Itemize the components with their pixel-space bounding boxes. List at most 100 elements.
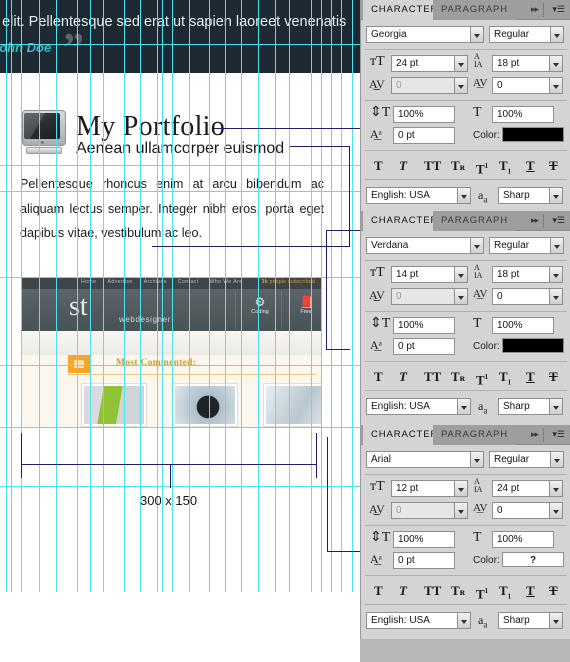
language-input[interactable]: English: USA bbox=[366, 187, 458, 204]
panel-menu-icon[interactable]: ▾☰ bbox=[552, 429, 565, 440]
guide-vertical[interactable] bbox=[6, 0, 7, 592]
faux-italic-button[interactable]: T bbox=[399, 156, 407, 176]
guide-vertical[interactable] bbox=[209, 0, 210, 592]
font-style-dropdown-icon[interactable] bbox=[551, 451, 564, 468]
design-canvas[interactable]: g elit. Pellentesque sed erat ut sapien … bbox=[0, 0, 360, 662]
antialias-input[interactable]: Sharp bbox=[498, 187, 550, 204]
guide-vertical[interactable] bbox=[331, 0, 332, 592]
guide-vertical[interactable] bbox=[90, 0, 91, 592]
font-family-dropdown-icon[interactable] bbox=[471, 237, 484, 254]
strikethrough-button[interactable]: T bbox=[549, 581, 558, 601]
font-style-input[interactable]: Regular bbox=[489, 26, 551, 43]
vertical-scale-input[interactable]: 100% bbox=[393, 106, 455, 123]
baseline-shift-input[interactable]: 0 pt bbox=[393, 338, 455, 355]
strikethrough-button[interactable]: T bbox=[549, 367, 558, 387]
horizontal-scale-input[interactable]: 100% bbox=[492, 317, 554, 334]
guide-horizontal[interactable] bbox=[0, 427, 360, 428]
superscript-button[interactable]: T1 bbox=[476, 367, 488, 390]
subscript-button[interactable]: T1 bbox=[499, 367, 511, 393]
faux-italic-button[interactable]: T bbox=[399, 581, 407, 601]
language-input[interactable]: English: USA bbox=[366, 612, 458, 629]
vertical-scale-input[interactable]: 100% bbox=[393, 317, 455, 334]
guide-horizontal[interactable] bbox=[0, 191, 360, 192]
antialias-input[interactable]: Sharp bbox=[498, 398, 550, 415]
panel-menu-icon[interactable]: ▾☰ bbox=[552, 215, 565, 226]
antialias-dropdown-icon[interactable] bbox=[550, 612, 563, 629]
tracking-dropdown-icon[interactable] bbox=[550, 288, 563, 305]
superscript-button[interactable]: T1 bbox=[476, 156, 488, 179]
guide-vertical[interactable] bbox=[311, 0, 312, 592]
leading-input[interactable]: 18 pt bbox=[492, 266, 550, 283]
font-style-dropdown-icon[interactable] bbox=[551, 26, 564, 43]
leading-dropdown-icon[interactable] bbox=[550, 480, 563, 497]
baseline-shift-input[interactable]: 0 pt bbox=[393, 552, 455, 569]
all-caps-button[interactable]: TT bbox=[424, 367, 441, 387]
font-style-input[interactable]: Regular bbox=[489, 237, 551, 254]
text-color-swatch[interactable] bbox=[502, 127, 564, 142]
all-caps-button[interactable]: TT bbox=[424, 156, 441, 176]
tracking-input[interactable]: 0 bbox=[492, 288, 550, 305]
language-input[interactable]: English: USA bbox=[366, 398, 458, 415]
faux-bold-button[interactable]: T bbox=[374, 581, 383, 601]
baseline-shift-input[interactable]: 0 pt bbox=[393, 127, 455, 144]
underline-button[interactable]: T bbox=[526, 156, 535, 176]
leading-input[interactable]: 18 pt bbox=[492, 55, 550, 72]
guide-vertical[interactable] bbox=[39, 0, 40, 592]
font-size-dropdown-icon[interactable] bbox=[455, 266, 468, 283]
tab-paragraph[interactable]: PARAGRAPH bbox=[433, 211, 517, 231]
font-size-input[interactable]: 12 pt bbox=[391, 480, 455, 497]
guide-horizontal[interactable] bbox=[0, 277, 360, 278]
guide-horizontal[interactable] bbox=[0, 365, 360, 366]
guide-vertical[interactable] bbox=[11, 0, 12, 592]
small-caps-button[interactable]: Tʀ bbox=[451, 156, 465, 178]
font-family-input[interactable]: Arial bbox=[366, 451, 471, 468]
faux-bold-button[interactable]: T bbox=[374, 156, 383, 176]
guide-vertical[interactable] bbox=[21, 0, 22, 592]
underline-button[interactable]: T bbox=[526, 367, 535, 387]
text-color-swatch[interactable] bbox=[502, 338, 564, 353]
guide-vertical[interactable] bbox=[225, 0, 226, 592]
faux-italic-button[interactable]: T bbox=[399, 367, 407, 387]
font-size-dropdown-icon[interactable] bbox=[455, 55, 468, 72]
font-size-input[interactable]: 14 pt bbox=[391, 266, 455, 283]
kerning-dropdown-icon[interactable] bbox=[455, 288, 468, 305]
subscript-button[interactable]: T1 bbox=[499, 156, 511, 182]
antialias-dropdown-icon[interactable] bbox=[550, 187, 563, 204]
font-family-dropdown-icon[interactable] bbox=[471, 26, 484, 43]
guide-vertical[interactable] bbox=[275, 0, 276, 592]
small-caps-button[interactable]: Tʀ bbox=[451, 581, 465, 603]
guide-horizontal[interactable] bbox=[0, 486, 360, 487]
horizontal-scale-input[interactable]: 100% bbox=[492, 531, 554, 548]
language-dropdown-icon[interactable] bbox=[458, 612, 471, 629]
panel-menu-icon[interactable]: ▾☰ bbox=[552, 4, 565, 15]
guide-vertical[interactable] bbox=[258, 0, 259, 592]
guide-vertical[interactable] bbox=[56, 0, 57, 592]
guide-vertical[interactable] bbox=[103, 0, 104, 592]
font-style-input[interactable]: Regular bbox=[489, 451, 551, 468]
tracking-dropdown-icon[interactable] bbox=[550, 502, 563, 519]
guide-vertical[interactable] bbox=[321, 0, 322, 592]
font-family-dropdown-icon[interactable] bbox=[471, 451, 484, 468]
guide-horizontal[interactable] bbox=[0, 165, 360, 166]
tab-paragraph[interactable]: PARAGRAPH bbox=[433, 0, 517, 20]
font-family-input[interactable]: Georgia bbox=[366, 26, 471, 43]
faux-bold-button[interactable]: T bbox=[374, 367, 383, 387]
small-caps-button[interactable]: Tʀ bbox=[451, 367, 465, 389]
tab-paragraph[interactable]: PARAGRAPH bbox=[433, 425, 517, 445]
collapse-arrows-icon[interactable]: ▸▸ bbox=[531, 4, 539, 15]
collapse-arrows-icon[interactable]: ▸▸ bbox=[531, 215, 539, 226]
guide-horizontal[interactable] bbox=[0, 44, 360, 45]
language-dropdown-icon[interactable] bbox=[458, 187, 471, 204]
subscript-button[interactable]: T1 bbox=[499, 581, 511, 607]
kerning-input[interactable]: 0 bbox=[391, 77, 455, 94]
text-color-swatch[interactable]: ? bbox=[502, 552, 564, 567]
guide-vertical[interactable] bbox=[241, 0, 242, 592]
guide-vertical[interactable] bbox=[289, 0, 290, 592]
kerning-dropdown-icon[interactable] bbox=[455, 502, 468, 519]
underline-button[interactable]: T bbox=[526, 581, 535, 601]
kerning-input[interactable]: 0 bbox=[391, 288, 455, 305]
font-family-input[interactable]: Verdana bbox=[366, 237, 471, 254]
leading-input[interactable]: 24 pt bbox=[492, 480, 550, 497]
leading-dropdown-icon[interactable] bbox=[550, 266, 563, 283]
guide-vertical[interactable] bbox=[77, 0, 78, 592]
